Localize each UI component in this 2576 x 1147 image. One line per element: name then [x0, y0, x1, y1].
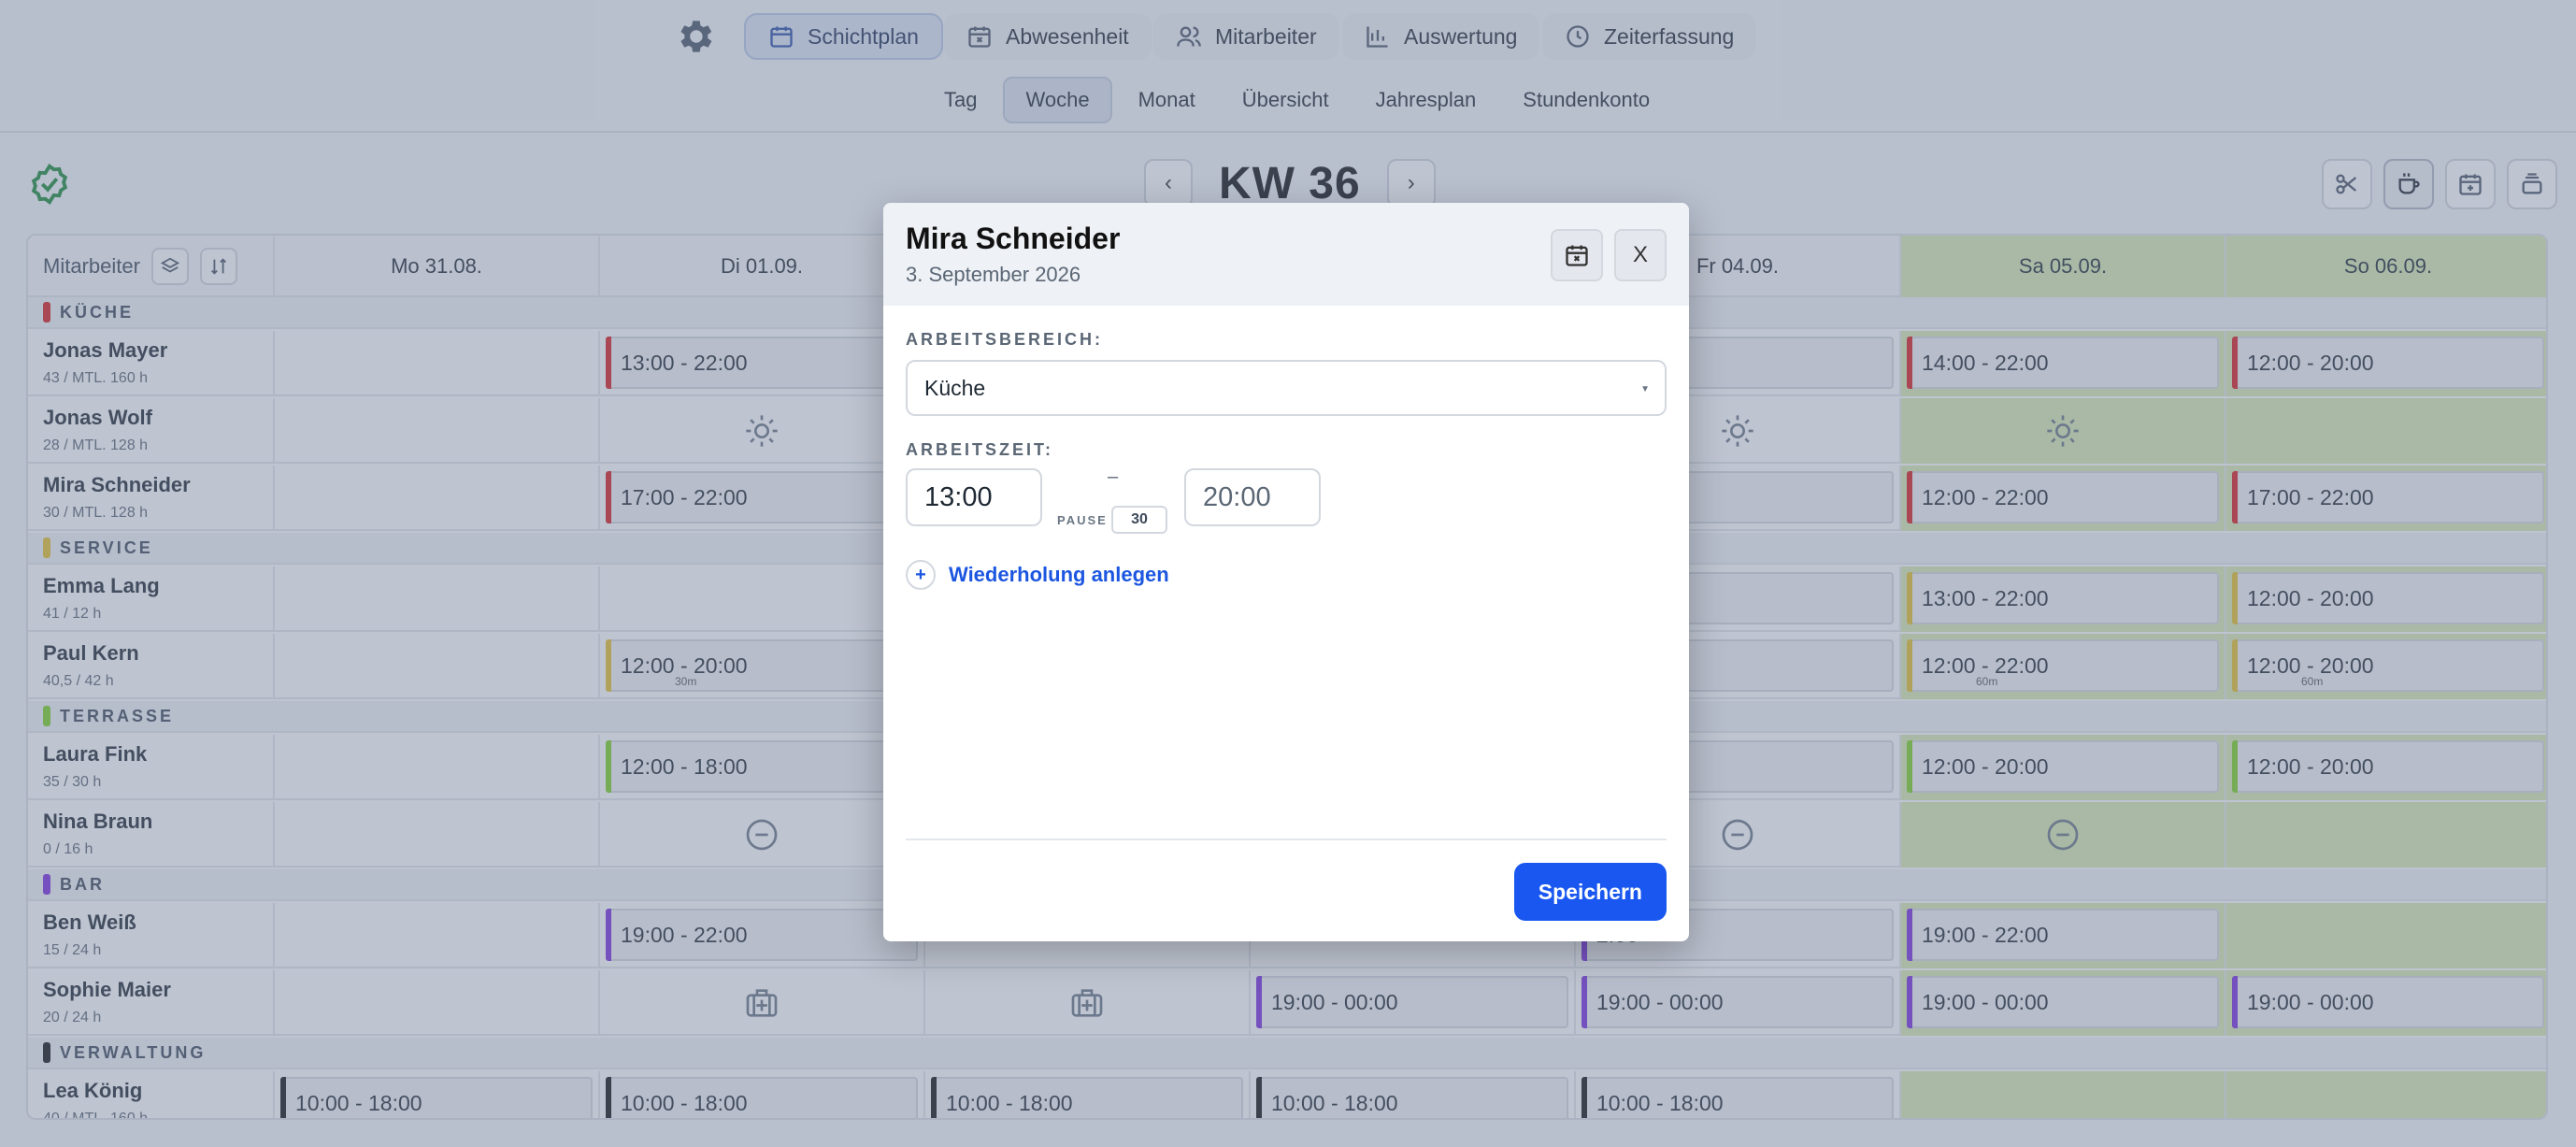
app: Schichtplan Abwesenheit Mitarbeiter Ausw… — [0, 0, 2576, 1147]
dialog-header: Mira Schneider 3. September 2026 X — [883, 203, 1689, 306]
time-label: ARBEITSZEIT: — [906, 440, 1054, 459]
calendar-x-icon — [1566, 245, 1588, 266]
plus-icon: + — [906, 560, 936, 590]
end-time-input[interactable]: 20:00 — [1184, 468, 1321, 526]
delete-shift-button[interactable] — [1551, 229, 1603, 281]
area-select[interactable]: Küche ▼ — [906, 360, 1667, 416]
close-button[interactable]: X — [1614, 229, 1667, 281]
dialog-title: Mira Schneider — [906, 222, 1121, 255]
start-time-input[interactable]: 13:00 — [906, 468, 1042, 526]
save-button[interactable]: Speichern — [1513, 863, 1667, 921]
chevron-down-icon: ▼ — [1640, 384, 1650, 394]
pause-input[interactable]: 30 — [1111, 506, 1167, 534]
add-repeat-link[interactable]: + Wiederholung anlegen — [906, 560, 1169, 590]
shift-dialog: Mira Schneider 3. September 2026 X ARBEI… — [883, 203, 1689, 941]
pause-label: PAUSE — [1057, 513, 1108, 527]
dialog-divider — [906, 839, 1667, 840]
area-label: ARBEITSBEREICH: — [906, 330, 1104, 349]
time-separator: – — [1108, 466, 1119, 487]
dialog-date: 3. September 2026 — [906, 263, 1081, 286]
